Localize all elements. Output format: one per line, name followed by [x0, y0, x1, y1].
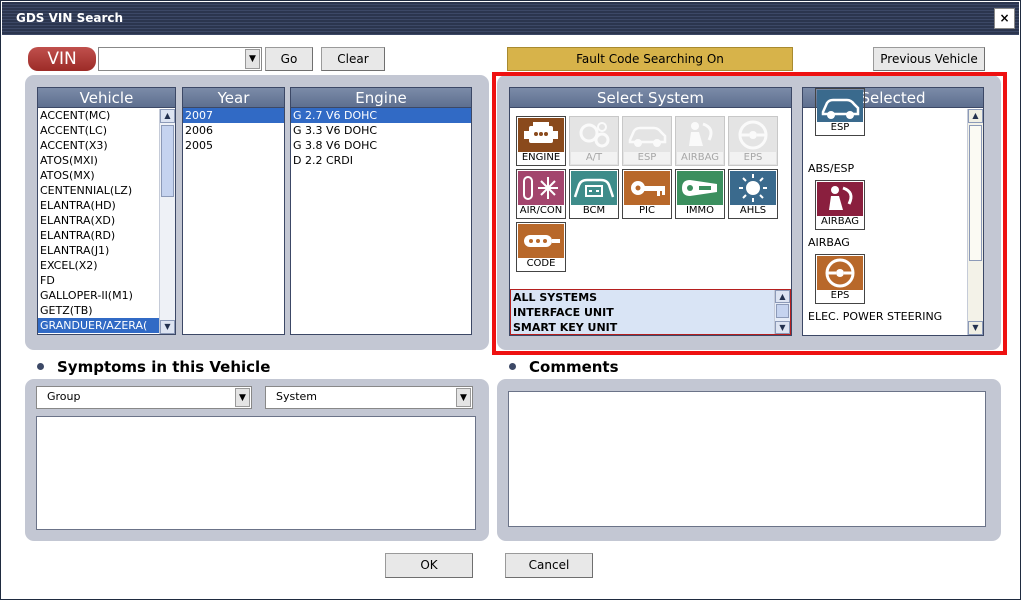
bullet-icon [37, 363, 44, 370]
group-select-value: Group [47, 390, 81, 403]
engine_list-row[interactable]: G 3.8 V6 DOHC [291, 138, 471, 153]
engine_list-row[interactable]: D 2.2 CRDI [291, 153, 471, 168]
vehicle-list-header: Vehicle [38, 88, 175, 108]
chevron-down-icon[interactable]: ▼ [235, 388, 250, 407]
title-bar: GDS VIN Search × [2, 2, 1019, 35]
vehicle_list-row[interactable]: EXCEL(X2) [38, 258, 175, 273]
vehicle_list-row[interactable]: FD [38, 273, 175, 288]
bullet-icon [509, 363, 516, 370]
ok-button[interactable]: OK [385, 553, 473, 578]
year_list-row[interactable]: 2005 [183, 138, 284, 153]
symptoms-textarea[interactable] [36, 416, 476, 530]
vehicle_list-row[interactable]: ELANTRA(J1) [38, 243, 175, 258]
previous-vehicle-button[interactable]: Previous Vehicle [873, 47, 985, 71]
engine-list-header: Engine [291, 88, 471, 108]
comments-textarea[interactable] [508, 391, 986, 527]
vehicle_list-row[interactable]: ELANTRA(RD) [38, 228, 175, 243]
vehicle_list-row[interactable]: GALLOPER-II(M1) [38, 288, 175, 303]
vin-label: VIN [28, 47, 96, 71]
vehicle_list-row[interactable]: ACCENT(X3) [38, 138, 175, 153]
gds-vin-search-window: GDS VIN Search × VIN ▼ Go Clear Fault Co… [0, 0, 1021, 600]
cancel-button[interactable]: Cancel [505, 553, 593, 578]
scroll-up-icon[interactable]: ▲ [160, 109, 175, 123]
vehicle_list-row[interactable]: GRANDUER/AZERA( [38, 318, 175, 333]
year-list-header: Year [183, 88, 284, 108]
comments-title: Comments [529, 358, 619, 376]
vin-combobox[interactable]: ▼ [98, 47, 262, 71]
year_list-row[interactable]: 2007 [183, 108, 284, 123]
vehicle_list-row[interactable]: ELANTRA(XD) [38, 213, 175, 228]
vehicle_list-row[interactable]: GETZ(TB) [38, 303, 175, 318]
engine_list-row[interactable]: G 2.7 V6 DOHC [291, 108, 471, 123]
vehicle_list-row[interactable]: ELANTRA(HD) [38, 198, 175, 213]
vehicle_list-row[interactable]: ACCENT(MC) [38, 108, 175, 123]
window-title: GDS VIN Search [16, 11, 124, 25]
vehicle-list[interactable]: Vehicle ACCENT(MC) ACCENT(LC) ACCENT(X3) AT… [37, 87, 176, 335]
group-select[interactable]: Group ▼ [36, 386, 252, 409]
vehicle_list-row[interactable]: ATOS(MX) [38, 168, 175, 183]
year-rows: 2007 2006 2005 [183, 108, 284, 153]
vehicle-rows: ACCENT(MC) ACCENT(LC) ACCENT(X3) ATOS(MXI) A… [38, 108, 175, 333]
year-list[interactable]: Year 2007 2006 2005 [182, 87, 285, 335]
chevron-down-icon[interactable]: ▼ [456, 388, 471, 407]
clear-button[interactable]: Clear [321, 47, 385, 71]
system-select[interactable]: System ▼ [265, 386, 473, 409]
vehicle-scrollbar[interactable]: ▲ ▼ [159, 109, 175, 334]
highlight-frame [492, 72, 1007, 355]
vehicle_list-row[interactable]: CENTENNIAL(LZ) [38, 183, 175, 198]
close-button[interactable]: × [994, 8, 1015, 29]
scroll-down-icon[interactable]: ▼ [160, 320, 175, 334]
symptoms-title: Symptoms in this Vehicle [57, 358, 271, 376]
vehicle_list-row[interactable]: ATOS(MXI) [38, 153, 175, 168]
engine_list-row[interactable]: G 3.3 V6 DOHC [291, 123, 471, 138]
engine-list[interactable]: Engine G 2.7 V6 DOHC G 3.3 V6 DOHC G 3.8 V… [290, 87, 472, 335]
scroll-thumb[interactable] [161, 125, 174, 197]
go-button[interactable]: Go [265, 47, 313, 71]
vehicle_list-row[interactable]: ACCENT(LC) [38, 123, 175, 138]
chevron-down-icon[interactable]: ▼ [245, 49, 260, 69]
year_list-row[interactable]: 2006 [183, 123, 284, 138]
fault-code-status-bar: Fault Code Searching On [507, 47, 793, 71]
engine-rows: G 2.7 V6 DOHC G 3.3 V6 DOHC G 3.8 V6 DOHC D… [291, 108, 471, 168]
system-select-value: System [276, 390, 318, 403]
